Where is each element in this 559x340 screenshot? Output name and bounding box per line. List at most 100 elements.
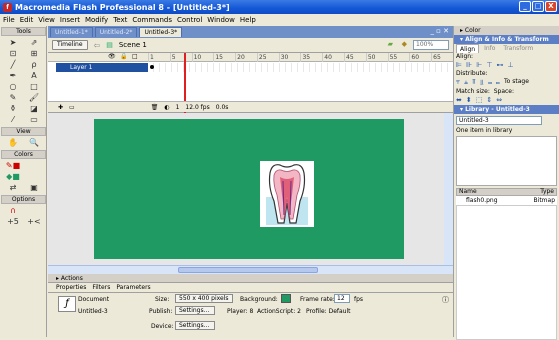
help-icon[interactable]: ⓘ: [442, 295, 449, 305]
distribute-vcenter-icon[interactable]: ⫨: [464, 78, 468, 87]
tab-untitled-3[interactable]: Untitled-3*: [139, 27, 183, 37]
align-top-icon[interactable]: ⊤: [486, 61, 492, 69]
match-both-icon[interactable]: ⬚: [476, 96, 483, 104]
pencil-tool-icon[interactable]: ✎: [3, 93, 23, 103]
align-right-icon[interactable]: ⊩: [476, 61, 482, 69]
add-layer-icon[interactable]: ✚: [58, 104, 63, 111]
align-bottom-icon[interactable]: ⊥: [507, 61, 513, 69]
line-tool-icon[interactable]: ╱: [3, 60, 23, 70]
device-settings-button[interactable]: Settings...: [175, 321, 215, 330]
menu-modify[interactable]: Modify: [85, 16, 108, 24]
zoom-tool-icon[interactable]: 🔍: [24, 138, 44, 148]
tab-transform[interactable]: Transform: [500, 44, 536, 53]
maximize-button[interactable]: □: [532, 1, 544, 12]
delete-layer-icon[interactable]: 🗑: [151, 104, 159, 111]
fill-color-icon[interactable]: ◆■: [3, 172, 23, 182]
menu-text[interactable]: Text: [113, 16, 127, 24]
horizontal-scrollbar[interactable]: [48, 265, 453, 274]
back-arrow-icon[interactable]: ⇦: [94, 41, 101, 50]
frame-ruler[interactable]: 1 5 10 15 20 25 30 35 40 45 50 55 60 65: [148, 53, 453, 62]
edit-scene-icon[interactable]: ▰: [388, 40, 393, 48]
default-colors-icon[interactable]: ▣: [24, 183, 44, 193]
eye-icon[interactable]: 👁: [108, 53, 116, 60]
doc-window-controls[interactable]: _ ▫ ✕: [430, 27, 449, 35]
minimize-button[interactable]: _: [519, 1, 531, 12]
tab-untitled-1[interactable]: Untitled-1*: [50, 27, 93, 37]
actions-panel-header[interactable]: ▸ Actions: [48, 274, 453, 283]
menu-insert[interactable]: Insert: [60, 16, 80, 24]
brush-tool-icon[interactable]: 🖌: [24, 93, 44, 103]
menu-window[interactable]: Window: [207, 16, 235, 24]
lock-icon[interactable]: 🔒: [120, 53, 127, 60]
type-column-header[interactable]: Type: [540, 189, 554, 195]
eraser-icon[interactable]: ▭: [24, 115, 44, 125]
align-center-icon[interactable]: ⊪: [466, 61, 472, 69]
eyedropper-icon[interactable]: ⁄: [3, 115, 23, 125]
stage[interactable]: [94, 119, 404, 259]
add-folder-icon[interactable]: ▭: [69, 104, 75, 111]
align-left-icon[interactable]: ⊫: [456, 61, 462, 69]
library-item[interactable]: flash0.png Bitmap: [456, 196, 557, 205]
distribute-hcenter-icon[interactable]: ⫬: [488, 78, 492, 87]
pen-tool-icon[interactable]: ✒: [3, 71, 23, 81]
color-panel-header[interactable]: ▸ Color: [454, 26, 559, 35]
subselect-tool-icon[interactable]: ⇗: [24, 38, 44, 48]
tab-align[interactable]: Align: [456, 44, 480, 53]
menu-file[interactable]: File: [3, 16, 15, 24]
align-panel-header[interactable]: ▾ Align & Info & Transform: [454, 35, 559, 44]
text-tool-icon[interactable]: A: [24, 71, 44, 81]
library-panel-header[interactable]: ▾ Library - Untitled-3: [454, 105, 559, 114]
name-column-header[interactable]: Name: [459, 189, 477, 195]
stroke-color-icon[interactable]: ✎■: [3, 161, 23, 171]
smooth-icon[interactable]: +5: [3, 217, 23, 227]
distribute-left-icon[interactable]: ⫫: [480, 78, 484, 87]
frame-cells[interactable]: [148, 63, 453, 72]
background-swatch[interactable]: [281, 294, 291, 303]
tab-info[interactable]: Info: [481, 44, 498, 53]
distribute-top-icon[interactable]: ⫧: [456, 78, 460, 87]
keyframe-icon[interactable]: [150, 65, 154, 69]
frame-rate-input[interactable]: 12: [334, 294, 350, 303]
paint-bucket-icon[interactable]: ◪: [24, 104, 44, 114]
size-button[interactable]: 550 x 400 pixels: [175, 294, 233, 303]
space-vertical-icon[interactable]: ⇕: [486, 96, 492, 104]
scroll-thumb[interactable]: [178, 267, 318, 273]
match-width-icon[interactable]: ⬌: [456, 96, 462, 104]
menu-control[interactable]: Control: [177, 16, 202, 24]
edit-symbol-icon[interactable]: ◆: [402, 40, 407, 48]
ink-bottle-icon[interactable]: ⚱: [3, 104, 23, 114]
onion-skin-icon[interactable]: ◐: [164, 104, 169, 111]
tab-properties[interactable]: Properties: [56, 283, 86, 292]
layer-name[interactable]: Layer 1: [56, 63, 148, 72]
publish-settings-button[interactable]: Settings...: [175, 306, 215, 315]
timeline-toggle-button[interactable]: Timeline: [52, 40, 88, 50]
straighten-icon[interactable]: +<: [24, 217, 44, 227]
snap-magnet-icon[interactable]: ∩: [3, 206, 23, 216]
outline-icon[interactable]: □: [132, 53, 138, 60]
tab-filters[interactable]: Filters: [92, 283, 110, 292]
space-horizontal-icon[interactable]: ⇔: [496, 96, 502, 104]
close-button[interactable]: X: [545, 1, 557, 12]
menu-commands[interactable]: Commands: [132, 16, 172, 24]
lasso-tool-icon[interactable]: ρ: [24, 60, 44, 70]
free-transform-icon[interactable]: ⊡: [3, 49, 23, 59]
menu-help[interactable]: Help: [240, 16, 256, 24]
vertical-scrollbar[interactable]: [444, 113, 453, 265]
hand-tool-icon[interactable]: ✋: [3, 138, 23, 148]
swap-colors-icon[interactable]: ⇄: [3, 183, 23, 193]
library-select[interactable]: Untitled-3: [456, 116, 542, 125]
align-middle-icon[interactable]: ⊷: [496, 61, 503, 69]
zoom-select[interactable]: 100%: [413, 40, 449, 50]
menu-view[interactable]: View: [38, 16, 55, 24]
layer-row[interactable]: Layer 1: [48, 63, 453, 72]
menu-edit[interactable]: Edit: [20, 16, 34, 24]
fill-transform-icon[interactable]: ⊞: [24, 49, 44, 59]
arrow-tool-icon[interactable]: ➤: [3, 38, 23, 48]
distribute-bottom-icon[interactable]: ⫪: [472, 78, 476, 87]
oval-tool-icon[interactable]: ○: [3, 82, 23, 92]
rectangle-tool-icon[interactable]: □: [24, 82, 44, 92]
match-height-icon[interactable]: ⬍: [466, 96, 472, 104]
distribute-right-icon[interactable]: ⫭: [496, 78, 500, 87]
tab-parameters[interactable]: Parameters: [116, 283, 150, 292]
tooth-image[interactable]: [260, 161, 314, 227]
